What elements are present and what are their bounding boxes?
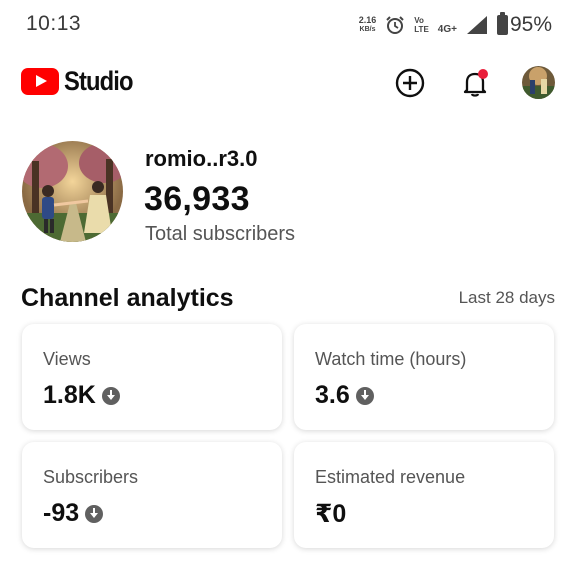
notifications-button[interactable] — [458, 66, 492, 100]
watch-time-card[interactable]: Watch time (hours) 3.6 — [294, 324, 554, 430]
card-value-row: 3.6 — [315, 381, 374, 410]
revenue-card[interactable]: Estimated revenue ₹0 — [294, 442, 554, 548]
battery-icon — [496, 12, 508, 35]
analytics-period: Last 28 days — [458, 288, 555, 307]
alarm-icon — [386, 16, 404, 34]
card-value: 3.6 — [315, 381, 350, 409]
channel-name: romio..r3.0 — [145, 146, 258, 171]
card-label: Estimated revenue — [315, 467, 466, 487]
analytics-title: Channel analytics — [21, 284, 234, 312]
volte-top: Vo — [414, 16, 424, 25]
card-value: 1.8K — [43, 381, 96, 409]
battery-indicator: 95% — [496, 12, 552, 37]
create-button[interactable] — [393, 66, 427, 100]
card-value: -93 — [43, 499, 80, 527]
card-label: Subscribers — [43, 467, 139, 487]
network-type: 4G+ — [437, 23, 457, 35]
card-label: Watch time (hours) — [315, 349, 467, 369]
subscriber-label: Total subscribers — [145, 223, 296, 245]
account-avatar[interactable] — [522, 66, 555, 99]
status-bar: 10:13 2.16 KB/s Vo LTE 4G+ 95% — [0, 0, 576, 50]
account-avatar-image — [522, 66, 555, 99]
subscribers-card[interactable]: Subscribers -93 — [22, 442, 282, 548]
notification-dot — [478, 69, 488, 79]
card-value-row: ₹0 — [315, 499, 346, 529]
subscriber-count: 36,933 — [144, 180, 250, 218]
network-speed-value: 2.16 — [358, 15, 377, 25]
studio-logo[interactable]: Studio — [21, 66, 142, 97]
trend-down-icon — [101, 386, 120, 405]
signal-icon — [466, 16, 487, 34]
brand-name: Studio — [64, 66, 134, 96]
volte-indicator: Vo LTE — [414, 16, 429, 34]
status-indicators: 2.16 KB/s Vo LTE 4G+ 95% — [359, 12, 552, 38]
network-speed: 2.16 KB/s — [359, 16, 377, 34]
battery-percent: 95% — [509, 13, 552, 36]
volte-bottom: LTE — [414, 25, 429, 34]
youtube-logo-icon — [21, 68, 59, 95]
notifications-icon — [463, 69, 488, 97]
trend-down-icon — [355, 386, 374, 405]
card-value: ₹0 — [315, 500, 347, 528]
card-value-row: -93 — [43, 499, 104, 528]
card-label: Views — [43, 349, 91, 369]
trend-down-icon — [85, 504, 104, 523]
app-bar: Studio — [0, 60, 576, 106]
create-icon — [395, 68, 425, 98]
views-card[interactable]: Views 1.8K — [22, 324, 282, 430]
channel-avatar[interactable] — [22, 141, 123, 242]
card-value-row: 1.8K — [43, 381, 120, 410]
status-time: 10:13 — [26, 12, 82, 35]
network-speed-unit: KB/s — [359, 26, 376, 33]
channel-avatar-image — [22, 141, 123, 242]
